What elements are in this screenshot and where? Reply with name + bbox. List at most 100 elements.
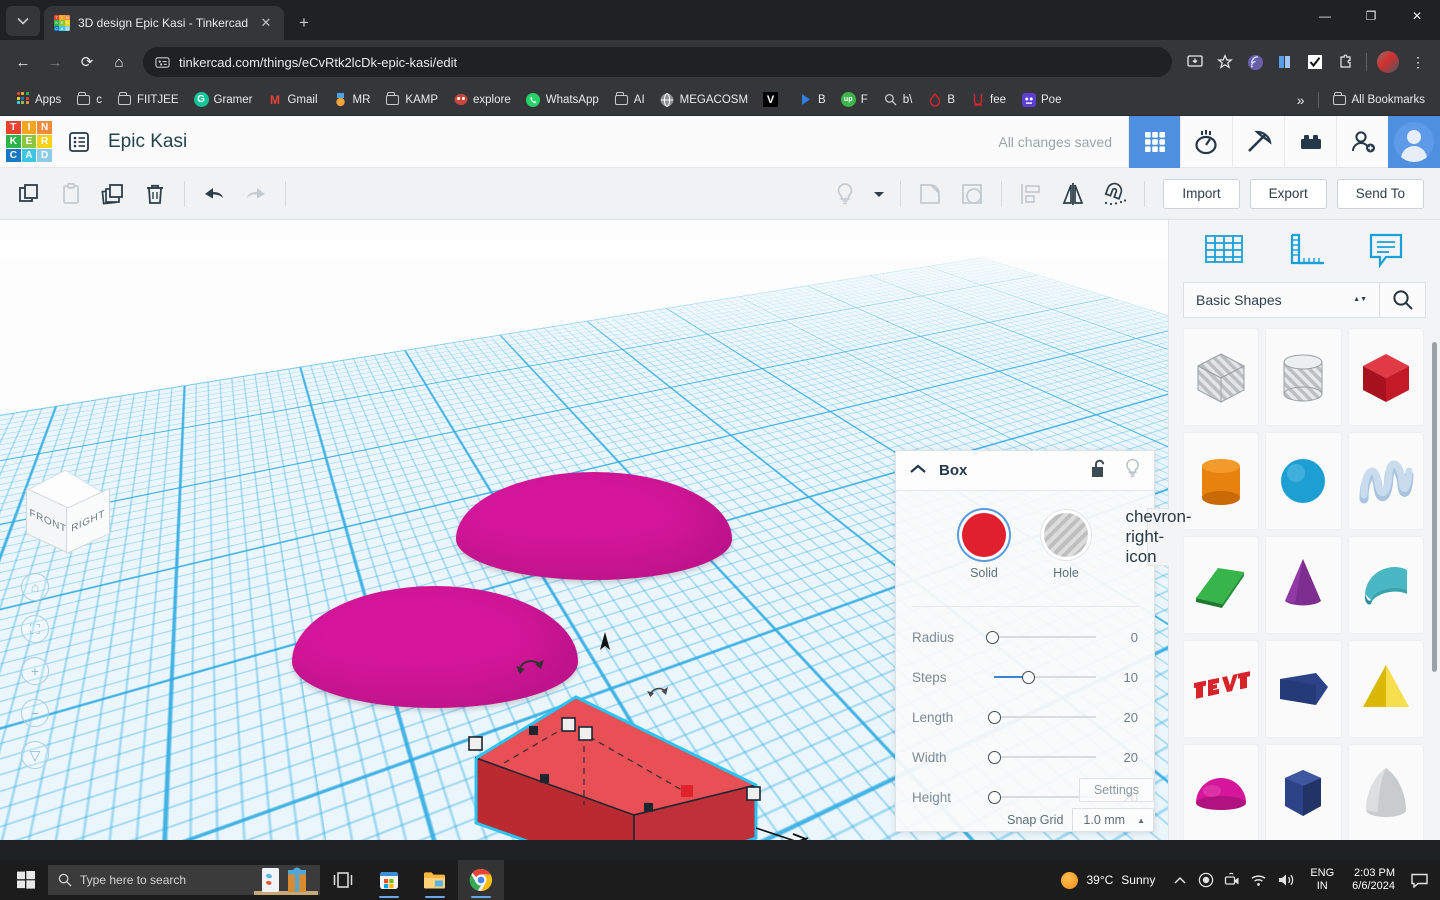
language-indicator[interactable]: ENG IN: [1301, 867, 1343, 893]
blocks-grid-button[interactable]: [1128, 115, 1180, 168]
shape-half-sphere[interactable]: [1183, 744, 1260, 840]
duplicate-button[interactable]: [92, 173, 134, 215]
sidebar-expander-button[interactable]: chevron-right-icon: [1125, 507, 1192, 566]
tasks-check-icon[interactable]: [1301, 48, 1329, 76]
bookmark-whatsapp[interactable]: WhatsApp: [519, 89, 606, 110]
shape-scribble[interactable]: [1347, 432, 1424, 530]
home-button[interactable]: ⌂: [104, 47, 134, 77]
google-chrome-button[interactable]: [458, 860, 504, 900]
sidebar-scrollbar[interactable]: [1432, 342, 1437, 672]
delete-button[interactable]: [134, 173, 176, 215]
notes-tab[interactable]: [1359, 228, 1413, 274]
light-dropdown-button[interactable]: [866, 173, 892, 215]
bookmark-v[interactable]: V: [756, 89, 790, 110]
bookmark-explore[interactable]: explore: [446, 89, 518, 110]
tab-search-button[interactable]: [6, 6, 40, 36]
ungroup-button[interactable]: [951, 173, 993, 215]
bookmark-fiitjee[interactable]: FIITJEE: [110, 89, 186, 110]
minimize-button[interactable]: —: [1302, 0, 1348, 32]
solid-swatch[interactable]: Solid: [962, 513, 1006, 580]
shapes-tab[interactable]: [1197, 228, 1251, 274]
paste-button[interactable]: [50, 173, 92, 215]
bookmark-star-icon[interactable]: [1211, 48, 1239, 76]
radius-slider[interactable]: [986, 630, 1104, 644]
shape-cone[interactable]: [1265, 536, 1342, 634]
import-button[interactable]: Import: [1163, 178, 1240, 209]
shape-light-button[interactable]: [1124, 458, 1141, 483]
3d-canvas[interactable]: 10.00 FRONT RIGHT ⌂ ⛶ + − ▽ Box: [0, 220, 1168, 840]
zoom-in-button[interactable]: +: [20, 650, 50, 692]
ruler-tab[interactable]: [1278, 228, 1332, 274]
export-button[interactable]: Export: [1249, 178, 1327, 209]
shape-paraboloid[interactable]: [1347, 744, 1424, 840]
address-bar[interactable]: tinkercad.com/things/eCvRtk2lcDk-epic-ka…: [143, 47, 1172, 77]
bookmark-mr[interactable]: MR: [326, 89, 378, 110]
weather-widget[interactable]: 39°C Sunny: [1049, 871, 1167, 889]
forward-button[interactable]: →: [40, 47, 70, 77]
group-button[interactable]: [909, 173, 951, 215]
show-hidden-icons-button[interactable]: [1167, 860, 1193, 900]
shape-box-hole[interactable]: [1183, 328, 1260, 426]
bookmark-gramer[interactable]: G Gramer: [187, 89, 260, 110]
length-slider[interactable]: [986, 710, 1104, 724]
notifications-button[interactable]: [1404, 860, 1434, 900]
maximize-button[interactable]: ❐: [1348, 0, 1394, 32]
bookmark-c[interactable]: c: [69, 89, 109, 110]
microsoft-store-button[interactable]: [366, 860, 412, 900]
send-to-button[interactable]: Send To: [1336, 178, 1424, 209]
reading-list-icon[interactable]: [1271, 48, 1299, 76]
shape-box[interactable]: [1347, 328, 1424, 426]
taskbar-search[interactable]: Type here to search: [48, 865, 320, 895]
steps-slider[interactable]: [986, 670, 1104, 684]
shape-cylinder-hole[interactable]: [1265, 328, 1342, 426]
extensions-puzzle-icon[interactable]: [1331, 48, 1359, 76]
tab-close-icon[interactable]: ✕: [258, 15, 274, 31]
mirror-button[interactable]: [1052, 173, 1094, 215]
bookmarks-overflow-button[interactable]: »: [1290, 89, 1312, 111]
undo-button[interactable]: [193, 173, 235, 215]
fit-all-button[interactable]: ⛶: [20, 608, 50, 650]
bricks-button[interactable]: [1284, 115, 1336, 168]
shape-pyramid[interactable]: [1347, 640, 1424, 738]
property-value[interactable]: 10: [1104, 670, 1138, 685]
file-explorer-button[interactable]: [412, 860, 458, 900]
pickaxe-button[interactable]: [1232, 115, 1284, 168]
zoom-out-button[interactable]: −: [20, 692, 50, 734]
snap-grid-dropdown[interactable]: 1.0 mm ▲: [1072, 808, 1154, 832]
new-tab-button[interactable]: +: [290, 9, 318, 37]
extension-cast-icon[interactable]: [1241, 48, 1269, 76]
task-view-button[interactable]: [320, 860, 366, 900]
tinkercad-logo[interactable]: T I N K E R C A D: [6, 120, 52, 163]
bookmark-ai[interactable]: AI: [607, 89, 652, 110]
hole-hatch-circle[interactable]: [1044, 513, 1088, 557]
clock[interactable]: 2:03 PM 6/6/2024: [1343, 867, 1404, 893]
install-app-icon[interactable]: [1181, 48, 1209, 76]
lock-shape-button[interactable]: [1091, 459, 1108, 483]
bookmark-b-flame[interactable]: B: [920, 89, 962, 110]
bookmark-fee[interactable]: fee: [963, 89, 1013, 110]
settings-button[interactable]: Settings: [1078, 778, 1154, 802]
bookmark-b-play[interactable]: B: [791, 89, 833, 110]
align-button[interactable]: [1010, 173, 1052, 215]
shape-hex-prism[interactable]: [1265, 744, 1342, 840]
width-slider[interactable]: [986, 750, 1104, 764]
hole-swatch[interactable]: Hole: [1044, 513, 1088, 580]
bookmark-poe[interactable]: Poe: [1014, 89, 1068, 110]
light-button[interactable]: [824, 173, 866, 215]
dashboard-list-button[interactable]: [66, 129, 92, 155]
user-avatar[interactable]: [1388, 115, 1440, 168]
shape-cylinder[interactable]: [1183, 432, 1260, 530]
add-person-button[interactable]: [1336, 115, 1388, 168]
start-button[interactable]: [4, 860, 48, 900]
shape-search-button[interactable]: [1380, 282, 1426, 318]
property-value[interactable]: 20: [1104, 750, 1138, 765]
shape-text[interactable]: [1183, 640, 1260, 738]
property-value[interactable]: 0: [1104, 630, 1138, 645]
shape-category-select[interactable]: Basic Shapes ▲▼: [1183, 282, 1380, 318]
redo-button[interactable]: [235, 173, 277, 215]
bookmark-bslash[interactable]: b\: [876, 89, 920, 110]
bookmark-megacosm[interactable]: MEGACOSM: [653, 89, 755, 110]
collapse-panel-button[interactable]: [909, 462, 927, 480]
close-window-button[interactable]: ✕: [1394, 0, 1440, 32]
page-title[interactable]: Epic Kasi: [108, 131, 187, 153]
